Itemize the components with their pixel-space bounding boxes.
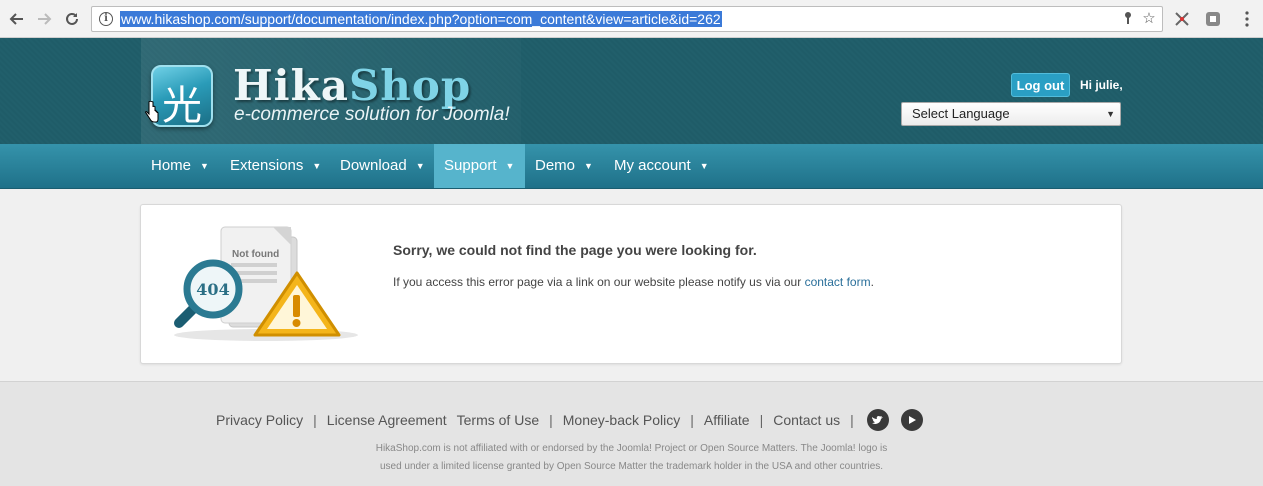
language-select[interactable]: Select Language ▼ bbox=[901, 102, 1121, 126]
footer-link-license-agreement[interactable]: License Agreement bbox=[327, 412, 447, 428]
user-greeting: Hi julie, bbox=[1080, 78, 1123, 92]
url-text[interactable]: www.hikashop.com/support/documentation/i… bbox=[120, 11, 722, 27]
menu-item-label: Demo bbox=[535, 157, 576, 174]
menu-item-label: Support bbox=[444, 157, 497, 174]
extension-puzzle-icon[interactable] bbox=[1204, 10, 1222, 28]
browser-toolbar: i www.hikashop.com/support/documentation… bbox=[0, 0, 1263, 38]
reload-icon bbox=[66, 12, 78, 25]
mouse-pointer-icon bbox=[145, 101, 159, 123]
footer-disclaimer-line-1: HikaShop.com is not affiliated with or e… bbox=[375, 443, 888, 454]
caret-down-icon: ▼ bbox=[584, 161, 593, 171]
menu-item-home[interactable]: Home ▼ bbox=[141, 144, 222, 188]
language-select-value: Select Language bbox=[912, 106, 1010, 121]
footer-link-terms-of-use[interactable]: Terms of Use bbox=[457, 412, 539, 428]
logo-mark-icon: 光 bbox=[151, 65, 213, 129]
main-menu: Home ▼ Extensions ▼ Download ▼ Support ▼ Dem… bbox=[0, 144, 1263, 189]
twitter-icon[interactable] bbox=[866, 409, 889, 431]
address-bar[interactable]: i www.hikashop.com/support/documentation… bbox=[91, 6, 1163, 32]
bookmark-star-icon[interactable]: ☆ bbox=[1141, 11, 1157, 27]
footer-link-privacy-policy[interactable]: Privacy Policy bbox=[216, 412, 303, 428]
svg-text:Not found: Not found bbox=[232, 249, 279, 260]
menu-item-label: Download bbox=[340, 157, 407, 174]
footer-link-money-back-policy[interactable]: Money-back Policy bbox=[563, 412, 681, 428]
youtube-play-icon[interactable] bbox=[900, 409, 923, 431]
key-icon[interactable] bbox=[1120, 11, 1136, 27]
caret-down-icon: ▼ bbox=[200, 161, 209, 171]
footer-separator: | bbox=[690, 412, 694, 428]
footer-disclaimer-line-2: used under a limited license granted by … bbox=[379, 461, 884, 472]
extension-scissors-icon[interactable] bbox=[1173, 10, 1191, 28]
footer-separator: | bbox=[759, 412, 764, 428]
menu-item-label: Extensions bbox=[230, 157, 304, 174]
logout-button[interactable]: Log out bbox=[1011, 73, 1070, 97]
footer-separator: | bbox=[850, 412, 854, 428]
caret-down-icon: ▼ bbox=[415, 161, 425, 171]
svg-text:404: 404 bbox=[196, 280, 229, 299]
back-button[interactable] bbox=[7, 9, 27, 29]
reload-button[interactable] bbox=[62, 9, 82, 29]
back-arrow-icon bbox=[9, 13, 23, 25]
error-title: Sorry, we could not find the page you we… bbox=[393, 242, 757, 258]
site-header: 光 HikaShop e-commerce solution for Jooml… bbox=[0, 38, 1263, 144]
forward-button[interactable] bbox=[34, 9, 54, 29]
dropdown-arrow-icon: ▼ bbox=[1106, 109, 1115, 119]
site-logo[interactable]: 光 HikaShop e-commerce solution for Jooml… bbox=[141, 38, 521, 144]
error-message: If you access this error page via a link… bbox=[393, 275, 874, 289]
logo-tagline: e-commerce solution for Joomla! bbox=[234, 104, 510, 125]
menu-item-extensions[interactable]: Extensions ▼ bbox=[220, 144, 330, 188]
menu-item-download[interactable]: Download ▼ bbox=[330, 144, 434, 188]
forward-arrow-icon bbox=[38, 13, 52, 25]
footer-link-affiliate[interactable]: Affiliate bbox=[704, 412, 750, 428]
footer-separator: | bbox=[313, 412, 317, 428]
menu-item-label: My account bbox=[614, 157, 691, 174]
footer-links: Privacy Policy | License Agreement Terms… bbox=[216, 409, 923, 431]
menu-item-support[interactable]: Support ▼ bbox=[434, 144, 525, 188]
caret-down-icon: ▼ bbox=[699, 161, 709, 171]
footer-separator: | bbox=[549, 412, 553, 428]
menu-item-label: Home bbox=[151, 157, 192, 174]
error-card: Not found 404 Sorry, we could not find t… bbox=[140, 204, 1122, 364]
not-found-illustration: Not found 404 bbox=[174, 226, 358, 341]
logo-wordmark: HikaShop bbox=[233, 61, 472, 110]
caret-down-icon: ▼ bbox=[505, 161, 515, 171]
site-footer: Privacy Policy | License Agreement Terms… bbox=[0, 381, 1263, 486]
caret-down-icon: ▼ bbox=[312, 161, 322, 171]
footer-link-contact-us[interactable]: Contact us bbox=[773, 412, 840, 428]
menu-item-my-account[interactable]: My account ▼ bbox=[604, 144, 720, 188]
menu-item-demo[interactable]: Demo ▼ bbox=[525, 144, 604, 188]
contact-form-link[interactable]: contact form bbox=[805, 275, 871, 289]
info-icon[interactable]: i bbox=[99, 12, 113, 26]
browser-menu-icon[interactable] bbox=[1238, 10, 1256, 28]
